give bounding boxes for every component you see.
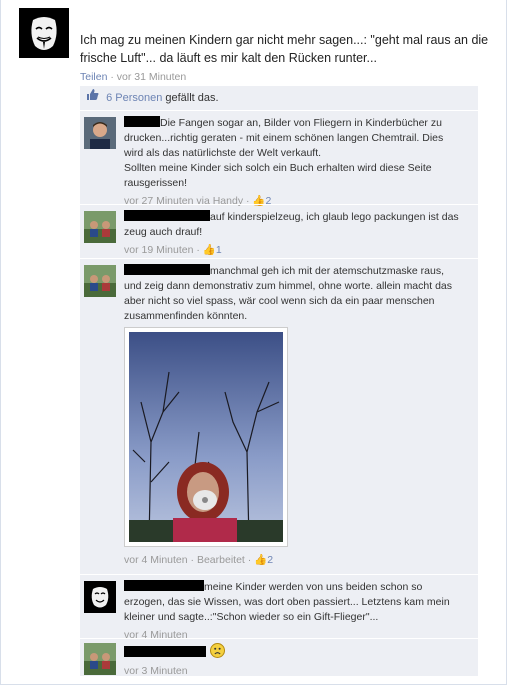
thumbs-up-icon	[86, 86, 99, 110]
redacted-name	[124, 580, 204, 591]
likes-suffix: gefällt das.	[162, 92, 219, 104]
person-photo-icon	[84, 117, 116, 149]
post-author-avatar[interactable]	[19, 8, 69, 58]
redacted-name	[124, 210, 210, 221]
comment-footer: vor 4 Minuten · Bearbeitet · 👍2	[124, 553, 464, 568]
comment-like-count[interactable]: 👍1	[203, 244, 222, 256]
comment-timestamp[interactable]: vor 4 Minuten	[124, 554, 188, 566]
comment-item: auf kinderspielzeug, ich glaub lego pack…	[80, 204, 478, 257]
comment-body: vor 3 Minuten	[124, 643, 464, 679]
comment-body: auf kinderspielzeug, ich glaub lego pack…	[124, 210, 464, 258]
commenter-avatar[interactable]	[84, 117, 116, 149]
group-photo-icon	[84, 643, 116, 675]
feedback-box: 6 Personen gefällt das. Die Fangen sogar…	[80, 86, 478, 677]
commenter-avatar[interactable]	[84, 265, 116, 297]
comment-meta: vor 3 Minuten	[124, 664, 464, 679]
likes-count-link[interactable]: 6 Personen	[106, 92, 162, 104]
comment-photo[interactable]	[124, 327, 288, 547]
comment-item: meine Kinder werden von uns beiden schon…	[80, 574, 478, 641]
thumbs-up-icon: 👍	[202, 244, 216, 256]
comment-item: manchmal geh ich mit der atemschutzmaske…	[80, 258, 478, 573]
redacted-name	[124, 646, 206, 657]
comment-body: Die Fangen sogar an, Bilder von Fliegern…	[124, 116, 464, 209]
mask-avatar-icon	[19, 8, 69, 58]
post-message: Ich mag zu meinen Kindern gar nicht mehr…	[80, 33, 489, 65]
commenter-avatar[interactable]	[84, 581, 116, 613]
mask-avatar-icon	[84, 581, 116, 613]
post-timestamp[interactable]: vor 31 Minuten	[117, 71, 186, 83]
comment-meta: vor 19 Minuten · 👍1	[124, 244, 222, 256]
redacted-name	[124, 116, 160, 127]
comment-item: vor 3 Minuten	[80, 638, 478, 677]
commenter-avatar[interactable]	[84, 211, 116, 243]
group-photo-icon	[84, 265, 116, 297]
group-photo-icon	[84, 211, 116, 243]
thumbs-up-icon: 👍	[254, 554, 268, 566]
mask-photo-image	[129, 332, 283, 542]
commenter-avatar[interactable]	[84, 643, 116, 675]
post-meta: Teilen · vor 31 Minuten	[80, 71, 186, 83]
comment-body: meine Kinder werden von uns beiden schon…	[124, 580, 464, 643]
frown-smiley-icon	[210, 643, 225, 658]
comment-like-count[interactable]: 👍2	[254, 554, 273, 566]
meta-separator: ·	[107, 71, 117, 83]
likes-row: 6 Personen gefällt das.	[80, 86, 478, 110]
edited-label: Bearbeitet	[196, 554, 245, 566]
share-link[interactable]: Teilen	[80, 71, 107, 83]
comment-body: manchmal geh ich mit der atemschutzmaske…	[124, 264, 464, 324]
redacted-name	[124, 264, 210, 275]
comment-meta: vor 4 Minuten · Bearbeitet · 👍2	[124, 554, 274, 566]
comment-timestamp[interactable]: vor 19 Minuten	[124, 244, 193, 256]
comment-timestamp[interactable]: vor 3 Minuten	[124, 665, 188, 677]
comment-item: Die Fangen sogar an, Bilder von Fliegern…	[80, 110, 478, 207]
comment-text-2: Sollten meine Kinder sich solch ein Buch…	[124, 162, 432, 189]
comment-text: Die Fangen sogar an, Bilder von Fliegern…	[124, 117, 444, 159]
